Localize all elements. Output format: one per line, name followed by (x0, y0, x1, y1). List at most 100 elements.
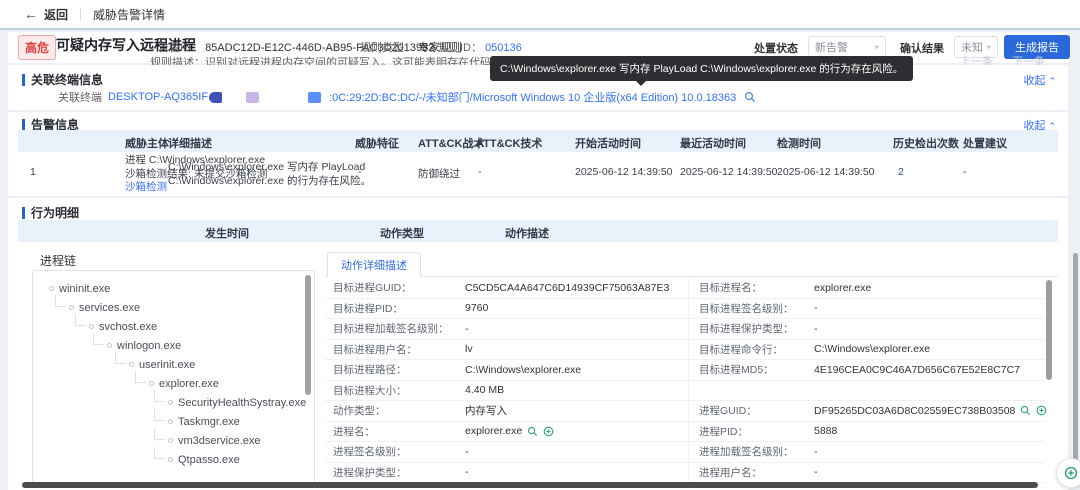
severity-badge: 高危 (18, 35, 56, 60)
tree-node[interactable]: svchost.exe (33, 317, 314, 336)
dispose-status-label: 处置状态 (754, 40, 798, 56)
tree-connector (154, 447, 165, 459)
tree-connector (154, 390, 165, 402)
search-icon[interactable] (527, 426, 538, 437)
tree-node[interactable]: SecurityHealthSystray.exe (33, 393, 314, 412)
chevron-up-icon: ⌃ (1048, 76, 1056, 86)
rule-id: 规则ID： 050136 (438, 39, 522, 55)
col-attck-technique: ATT&CK技术 (476, 135, 542, 151)
detail-tabbar: 动作详细描述 (325, 252, 1058, 277)
col-start-time: 开始活动时间 (575, 135, 641, 151)
tree-node[interactable]: vm3dservice.exe (33, 431, 314, 450)
tree-node[interactable]: explorer.exe (33, 374, 314, 393)
col-suggestion: 处置建议 (963, 135, 1007, 151)
table-row[interactable]: 1 进程 C:\Windows\explorer.exe 沙箱检测结果: 未提交… (18, 152, 1058, 196)
behavior-card: 行为明细 发生时间 动作类型 动作描述 进程链 wininit.exe serv… (8, 198, 1068, 490)
tooltip-arrow (636, 81, 646, 86)
tree-node[interactable]: winlogon.exe (33, 336, 314, 355)
search-icon[interactable] (1020, 405, 1031, 416)
detail-row: 目标进程路径： C:\Windows\explorer.exe 目标进程MD5：… (325, 360, 1045, 381)
tree-node[interactable]: Qtpasso.exe (33, 450, 314, 469)
tab-action-detail[interactable]: 动作详细描述 (327, 252, 421, 277)
tree-connector (154, 428, 165, 440)
tree-scrollbar[interactable] (305, 275, 311, 395)
col-attck-tactic: ATT&CK战术 (418, 135, 484, 151)
circle-plus-icon[interactable] (1036, 405, 1047, 416)
back-arrow-icon[interactable]: ← (24, 6, 38, 22)
col-history-count: 历史检出次数 (893, 135, 959, 151)
page-scrollbar[interactable] (1073, 253, 1078, 467)
sandbox-detect-link[interactable]: 沙箱检测 (125, 181, 167, 195)
detail-table: 目标进程GUID： C5CD5CA4A647C6D14939CF75063A87… (325, 278, 1045, 483)
search-icon[interactable] (744, 91, 756, 103)
behavior-section-header: 行为明细 (22, 204, 79, 221)
action-detail-panel: 动作详细描述 目标进程GUID： C5CD5CA4A647C6D14939CF7… (325, 252, 1058, 490)
terminal-detail: :0C:29:2D:BC:DC/-/未知部门/Microsoft Windows… (329, 89, 736, 105)
node-dot-icon (168, 457, 173, 462)
col-occur-time: 发生时间 (205, 225, 249, 241)
alert-table-header: 威胁主体 详细描述 威胁特征 ATT&CK战术 ATT&CK技术 开始活动时间 … (18, 130, 1058, 152)
horizontal-scrollbar[interactable] (22, 482, 1038, 488)
col-threat-subject: 威胁主体 (125, 135, 169, 151)
tree-connector (55, 295, 66, 307)
section-accent-bar (22, 119, 25, 131)
row-index: 1 (30, 166, 36, 178)
process-name-value: explorer.exe (465, 425, 688, 437)
detail-row: 目标进程加载签名级别： - 目标进程保护类型： - (325, 319, 1045, 340)
attck-tactic-cell: 防御绕过 (418, 166, 460, 181)
process-chain-title: 进程链 (40, 252, 76, 269)
node-dot-icon (149, 381, 154, 386)
recent-time-cell: 2025-06-12 14:39:50 (680, 166, 778, 178)
node-dot-icon (168, 419, 173, 424)
floating-action-button[interactable] (1056, 458, 1080, 488)
page-title: 威胁告警详情 (93, 6, 165, 23)
top-bar: ← 返回 威胁告警详情 (0, 0, 1080, 30)
circle-plus-icon (1064, 466, 1078, 480)
confirm-result-label: 确认结果 (900, 40, 944, 56)
tree-node[interactable]: wininit.exe (33, 279, 314, 298)
node-dot-icon (168, 438, 173, 443)
detect-time-cell: 2025-06-12 14:39:50 (777, 166, 875, 178)
col-action-desc: 动作描述 (505, 225, 549, 241)
hostname-link[interactable]: DESKTOP-AQ365IF (108, 91, 208, 103)
start-time-cell: 2025-06-12 14:39:50 (575, 166, 673, 178)
history-count-cell: 2 (898, 166, 904, 178)
behavior-table-header: 发生时间 动作类型 动作描述 (18, 220, 1058, 242)
terminal-line: 关联终端 DESKTOP-AQ365IF :0C:29:2D:BC:DC/-/未… (8, 89, 1068, 105)
tree-connector (75, 314, 86, 326)
tree-connector (154, 409, 165, 421)
section-accent-bar (22, 74, 25, 86)
chevron-down-icon: ▾ (986, 43, 991, 52)
tree-connector (135, 371, 146, 383)
tree-node[interactable]: Taskmgr.exe (33, 412, 314, 431)
process-chain-panel: 进程链 wininit.exe services.exe svchost.exe… (30, 250, 317, 488)
risk-tooltip: C:\Windows\explorer.exe 写内存 PlayLoad C:\… (490, 56, 913, 81)
terminal-collapse-link[interactable]: 收起⌃ (1023, 72, 1056, 88)
circle-plus-icon[interactable] (543, 426, 554, 437)
node-dot-icon (168, 400, 173, 405)
detail-row: 动作类型： 内存写入 进程GUID： DF95265DC03A6D8C02559… (325, 401, 1045, 422)
threat-feature-cell: - (358, 166, 362, 178)
tree-node[interactable]: userinit.exe (33, 355, 314, 374)
back-button[interactable]: 返回 (44, 6, 68, 23)
node-dot-icon (89, 324, 94, 329)
detail-row: 目标进程GUID： C5CD5CA4A647C6D14939CF75063A87… (325, 278, 1045, 299)
redaction-block (246, 92, 259, 103)
alert-info-card: 告警信息 收起⌃ 威胁主体 详细描述 威胁特征 ATT&CK战术 ATT&CK技… (8, 112, 1068, 196)
suggestion-cell: - (963, 166, 967, 178)
detail-row: 目标进程PID： 9760 目标进程签名级别： - (325, 299, 1045, 320)
node-dot-icon (49, 286, 54, 291)
detail-row: 目标进程用户名： lv 目标进程命令行： C:\Windows\explorer… (325, 340, 1045, 361)
tree-connector (115, 352, 126, 364)
node-dot-icon (107, 343, 112, 348)
topbar-divider (80, 8, 81, 21)
process-tree: wininit.exe services.exe svchost.exe win… (32, 270, 315, 484)
col-action-type: 动作类型 (380, 225, 424, 241)
col-threat-feature: 威胁特征 (355, 135, 399, 151)
terminal-value: DESKTOP-AQ365IF :0C:29:2D:BC:DC/-/未知部门/M… (108, 89, 756, 105)
rule-id-link[interactable]: 050136 (485, 42, 522, 54)
col-detail-desc: 详细描述 (168, 135, 212, 151)
dispose-status-select[interactable]: 新告警 ▾ (808, 36, 886, 58)
redaction-block (308, 92, 321, 103)
detail-table-scrollbar[interactable] (1046, 280, 1052, 380)
